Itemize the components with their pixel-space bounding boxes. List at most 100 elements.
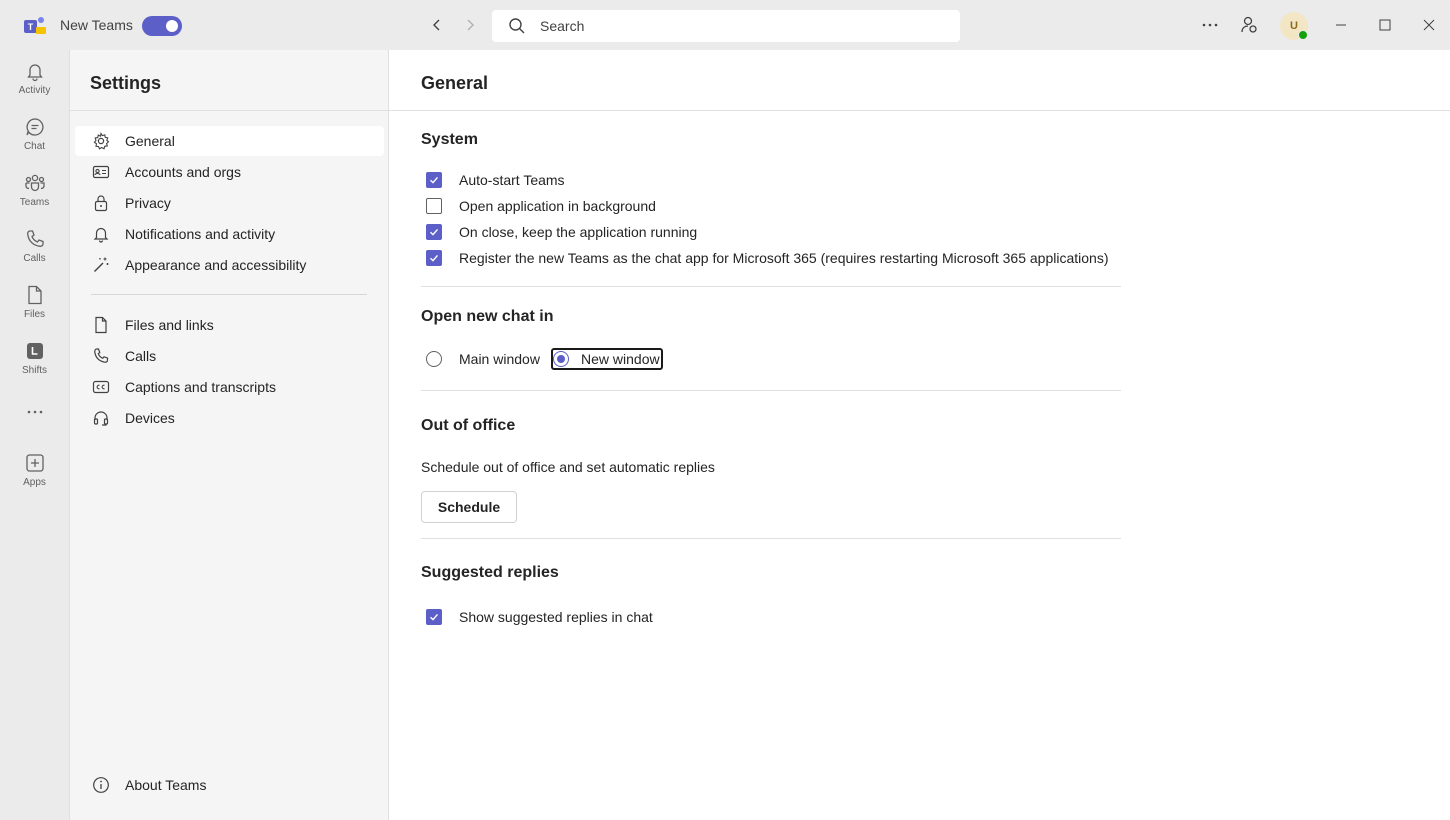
phone-icon [26, 230, 44, 247]
teams-icon [24, 174, 45, 192]
back-button[interactable] [426, 14, 448, 36]
checkmark-icon [430, 228, 439, 236]
divider [389, 110, 1450, 111]
chevron-left-icon [433, 19, 440, 31]
section-title-out-of-office: Out of office [421, 417, 516, 434]
settings-item-accounts[interactable]: Accounts and orgs [75, 157, 384, 187]
rail-label: Teams [19, 197, 50, 208]
minimize-button[interactable] [1330, 14, 1352, 36]
new-teams-toggle[interactable] [142, 16, 182, 36]
close-icon [1423, 19, 1435, 31]
maximize-button[interactable] [1374, 14, 1396, 36]
settings-item-label: About Teams [125, 777, 207, 793]
option-label: Main window [459, 351, 540, 367]
auto-start-checkbox[interactable]: Auto-start Teams [426, 170, 565, 190]
bell-icon [26, 64, 43, 82]
rail-item-files[interactable]: Files [0, 276, 69, 328]
maximize-icon [1379, 19, 1391, 31]
add-app-icon [25, 454, 44, 472]
keep-running-checkbox[interactable]: On close, keep the application running [426, 222, 697, 242]
rail-item-shifts[interactable]: Shifts [0, 332, 69, 384]
settings-item-label: Privacy [125, 195, 171, 211]
more-icon [27, 410, 42, 414]
main-window-radio[interactable]: Main window [426, 349, 540, 369]
open-in-background-checkbox[interactable]: Open application in background [426, 196, 656, 216]
magic-wand-icon [94, 257, 109, 272]
headset-icon [93, 411, 109, 426]
rail-item-calls[interactable]: Calls [0, 220, 69, 272]
people-settings-button[interactable] [1238, 14, 1260, 36]
settings-item-label: Appearance and accessibility [125, 257, 307, 273]
suggested-replies-checkbox[interactable]: Show suggested replies in chat [426, 607, 653, 627]
app-bar: Activity Chat Teams Calls Files Shifts A… [0, 50, 69, 820]
more-apps-button[interactable] [0, 396, 69, 426]
menu-divider [91, 294, 367, 295]
checkbox-checked[interactable] [426, 224, 442, 240]
settings-item-label: Files and links [125, 317, 214, 333]
settings-item-label: Calls [125, 348, 157, 364]
rail-item-teams[interactable]: Teams [0, 164, 69, 216]
person-settings-icon [1241, 16, 1257, 33]
settings-item-captions[interactable]: Captions and transcripts [75, 372, 384, 402]
lock-icon [94, 195, 108, 212]
settings-item-notifications[interactable]: Notifications and activity [75, 219, 384, 249]
rail-item-chat[interactable]: Chat [0, 108, 69, 160]
shifts-icon [26, 343, 43, 359]
rail-label: Apps [23, 477, 46, 488]
new-window-radio[interactable]: New window [553, 349, 660, 369]
bell-icon [93, 227, 109, 243]
settings-pane: Settings General Accounts and orgs Priva… [69, 50, 389, 820]
search-input[interactable]: Search [540, 18, 584, 34]
rail-item-activity[interactable]: Activity [0, 52, 69, 104]
section-title-open-chat: Open new chat in [421, 308, 554, 325]
settings-item-privacy[interactable]: Privacy [75, 188, 384, 218]
general-settings-panel: General System Auto-start Teams Open app… [389, 50, 1450, 820]
checkbox-checked[interactable] [426, 250, 442, 266]
search-box[interactable]: Search [492, 10, 960, 42]
chat-icon [25, 118, 44, 136]
rail-label: Calls [23, 253, 46, 264]
settings-item-general[interactable]: General [75, 126, 384, 156]
settings-item-calls[interactable]: Calls [75, 341, 384, 371]
settings-item-appearance[interactable]: Appearance and accessibility [75, 250, 384, 280]
file-icon [95, 316, 107, 334]
settings-item-label: Notifications and activity [125, 226, 276, 242]
rail-label: Files [23, 309, 46, 320]
settings-item-label: Accounts and orgs [125, 164, 241, 180]
checkbox-checked[interactable] [426, 172, 442, 188]
option-label: Show suggested replies in chat [459, 609, 653, 625]
rail-label: Chat [23, 141, 46, 152]
id-card-icon [92, 165, 110, 179]
register-chat-app-checkbox[interactable]: Register the new Teams as the chat app f… [426, 248, 1109, 268]
info-icon [93, 777, 109, 793]
radio-selected[interactable] [553, 351, 569, 367]
gear-icon [93, 132, 110, 150]
divider [70, 110, 389, 111]
schedule-button[interactable]: Schedule [421, 491, 517, 523]
forward-button[interactable] [459, 14, 481, 36]
chevron-right-icon [467, 19, 474, 31]
settings-item-label: Captions and transcripts [125, 379, 276, 395]
radio-unselected[interactable] [426, 351, 442, 367]
rail-item-apps[interactable]: Apps [0, 444, 69, 496]
search-icon [509, 18, 525, 34]
phone-icon [94, 348, 109, 363]
checkbox-unchecked[interactable] [426, 198, 442, 214]
checkmark-icon [430, 176, 439, 184]
settings-title: Settings [90, 73, 162, 93]
section-divider [421, 286, 1121, 287]
settings-item-about[interactable]: About Teams [75, 770, 384, 800]
teams-logo-icon: T [24, 17, 46, 34]
section-title-system: System [421, 131, 478, 148]
checkbox-checked[interactable] [426, 609, 442, 625]
option-label: Register the new Teams as the chat app f… [459, 250, 1109, 266]
option-label: Auto-start Teams [459, 172, 565, 188]
cc-icon [92, 380, 110, 394]
close-button[interactable] [1418, 14, 1440, 36]
settings-item-devices[interactable]: Devices [75, 403, 384, 433]
settings-item-files[interactable]: Files and links [75, 310, 384, 340]
more-options-button[interactable] [1199, 14, 1221, 36]
rail-label: Shifts [21, 365, 47, 376]
settings-item-label: Devices [125, 410, 175, 426]
app-name: New Teams [60, 17, 133, 33]
